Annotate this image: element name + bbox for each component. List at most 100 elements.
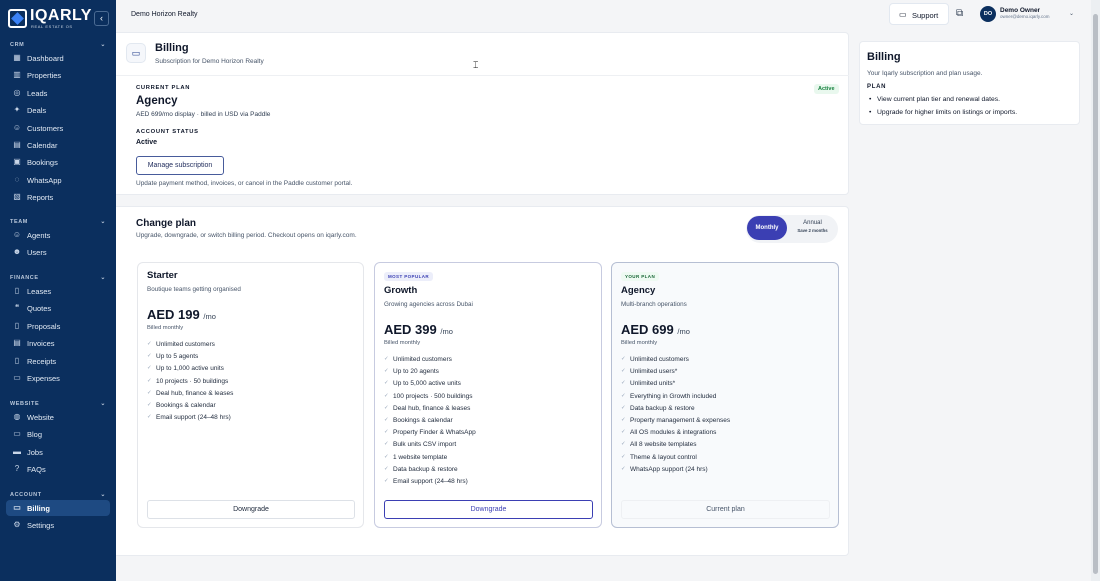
- topbar: Demo Horizon Realty ▭ Support ⧉ DO Demo …: [116, 0, 1091, 30]
- sidebar-item-users[interactable]: ☻ Users: [6, 244, 110, 260]
- sidebar-item-bookings[interactable]: ▣ Bookings: [6, 154, 110, 170]
- plan-price: AED 199 /mo: [147, 307, 216, 322]
- workspace-name[interactable]: Demo Horizon Realty: [131, 11, 198, 18]
- sidebar-item-quotes[interactable]: ❝ Quotes: [6, 300, 110, 316]
- feature-item: All OS modules & integrations: [621, 429, 730, 441]
- sidebar-section-title: TEAM: [10, 219, 28, 225]
- sidebar-item-label: Deals: [27, 106, 47, 116]
- plan-name: Starter: [147, 270, 178, 281]
- external-link-icon[interactable]: ⧉: [956, 8, 963, 19]
- sidebar-item-label: Expenses: [27, 374, 60, 383]
- price-amount: AED 399: [384, 322, 437, 337]
- feature-item: Unlimited customers: [384, 356, 476, 368]
- sidebar-item-properties[interactable]: ▥ Properties: [6, 67, 110, 83]
- sidebar-item-blog[interactable]: ▭ Blog: [6, 426, 110, 442]
- book-icon: ▭: [13, 429, 21, 439]
- chevron-down-icon: ⌄: [100, 492, 106, 498]
- sidebar-item-deals[interactable]: ✦ Deals: [6, 102, 110, 118]
- plan-card-starter: Starter Boutique teams getting organised A…: [137, 262, 364, 528]
- billing-frequency: Billed monthly: [384, 340, 421, 346]
- sidebar-section-title: FINANCE: [10, 275, 39, 281]
- billing-frequency: Billed monthly: [621, 340, 658, 346]
- sidebar-item-whatsapp[interactable]: ◌ WhatsApp: [6, 172, 110, 188]
- sidebar-item-expenses[interactable]: ▭ Expenses: [6, 370, 110, 386]
- change-plan-title: Change plan: [136, 218, 197, 229]
- user-name[interactable]: Demo Owner: [1000, 7, 1040, 14]
- sidebar-item-leads[interactable]: ◎ Leads: [6, 85, 110, 101]
- support-button[interactable]: ▭ Support: [889, 3, 949, 25]
- sidebar-item-label: WhatsApp: [27, 175, 62, 185]
- brand-name: IQARLY: [30, 7, 92, 24]
- plan-badge: MOST POPULAR: [384, 272, 434, 281]
- app-window: IQARLY REAL ESTATE OS ‹ CRM ⌄ ▦ Dashboard ▥ P…: [0, 0, 1100, 581]
- brand-logo[interactable]: IQARLY REAL ESTATE OS: [8, 7, 91, 30]
- feature-item: Property Finder & WhatsApp: [384, 429, 476, 441]
- downgrade-button[interactable]: Downgrade: [147, 500, 355, 519]
- feature-item: All 8 website templates: [621, 441, 730, 453]
- plan-card-agency: YOUR PLAN Agency Multi-branch operations AE…: [611, 262, 839, 528]
- sidebar-item-jobs[interactable]: ▬ Jobs: [6, 444, 110, 460]
- chevron-down-icon[interactable]: ⌄: [1069, 10, 1074, 17]
- page-scrollbar[interactable]: [1091, 0, 1100, 581]
- sidebar-section-header[interactable]: WEBSITE ⌄: [10, 401, 106, 407]
- grid-icon: ▦: [13, 53, 21, 62]
- sidebar-item-settings[interactable]: ⚙ Settings: [6, 517, 110, 533]
- feature-item: Property management & expenses: [621, 417, 730, 429]
- monthly-toggle-button[interactable]: Monthly: [747, 216, 787, 240]
- billing-frequency: Billed monthly: [147, 325, 184, 331]
- annual-toggle-button[interactable]: Annual Save 2 months: [790, 220, 835, 233]
- page-title: Billing: [155, 42, 189, 54]
- support-label: Support: [912, 11, 939, 20]
- handshake-icon: ✦: [13, 105, 21, 115]
- chevron-down-icon: ⌄: [100, 275, 106, 281]
- target-icon: ◎: [13, 87, 21, 97]
- sidebar-item-billing[interactable]: ▭ Billing: [6, 500, 110, 516]
- sidebar-item-receipts[interactable]: ▯ Receipts: [6, 353, 110, 369]
- sidebar-item-calendar[interactable]: ▤ Calendar: [6, 137, 110, 153]
- scrollbar-thumb[interactable]: [1093, 14, 1098, 574]
- sidebar-item-reports[interactable]: ▧ Reports: [6, 189, 110, 205]
- sidebar-item-faqs[interactable]: ? FAQs: [6, 461, 110, 477]
- feature-item: Deal hub, finance & leases: [147, 390, 233, 402]
- sidebar-item-label: FAQs: [27, 465, 46, 475]
- calendar-icon: ▤: [13, 140, 21, 149]
- plan-card-growth: MOST POPULAR Growth Growing agencies acros…: [374, 262, 602, 528]
- manage-subscription-button[interactable]: Manage subscription: [136, 156, 224, 175]
- avatar[interactable]: DO: [980, 6, 996, 22]
- sidebar-item-dashboard[interactable]: ▦ Dashboard: [6, 50, 110, 66]
- chat-icon: ◌: [14, 174, 20, 184]
- sidebar-section-header[interactable]: CRM ⌄: [10, 42, 106, 48]
- current-plan-caption: CURRENT PLAN: [136, 85, 191, 91]
- sidebar-item-website[interactable]: ◍ Website: [6, 409, 110, 425]
- collapse-sidebar-button[interactable]: ‹: [94, 11, 109, 26]
- price-period: /mo: [677, 327, 690, 336]
- page-subtitle: Subscription for Demo Horizon Realty: [155, 58, 264, 65]
- sidebar-item-invoices[interactable]: ▤ Invoices: [6, 335, 110, 351]
- downgrade-button[interactable]: Downgrade: [384, 500, 593, 519]
- feature-item: Bookings & calendar: [384, 417, 476, 429]
- sidebar-section-title: WEBSITE: [10, 401, 40, 407]
- sidebar-section-header[interactable]: FINANCE ⌄: [10, 275, 106, 281]
- feature-item: Up to 5,000 active units: [384, 380, 476, 392]
- file-icon: ▯: [14, 320, 20, 330]
- wallet-icon: ▭: [13, 373, 21, 382]
- sidebar-item-agents[interactable]: ☺ Agents: [6, 227, 110, 243]
- sidebar-item-proposals[interactable]: ▯ Proposals: [6, 318, 110, 334]
- building-icon: ▥: [13, 70, 21, 80]
- chevron-down-icon: ⌄: [100, 219, 106, 225]
- sidebar-item-label: Users: [27, 248, 47, 258]
- sidebar-item-leases[interactable]: ▯ Leases: [6, 283, 110, 299]
- sidebar-section-header[interactable]: TEAM ⌄: [10, 219, 106, 225]
- feature-item: 1 website template: [384, 454, 476, 466]
- mouse-cursor-icon: ⌶: [473, 60, 479, 70]
- sidebar-section-title: CRM: [10, 42, 25, 48]
- plan-name: Agency: [621, 285, 656, 296]
- feature-list: Unlimited customersUp to 20 agentsUp to …: [384, 356, 476, 490]
- plan-name: Growth: [384, 285, 418, 296]
- panel-title: Billing: [867, 51, 901, 63]
- sidebar-item-label: Properties: [27, 71, 62, 81]
- sidebar-item-customers[interactable]: ☺ Customers: [6, 120, 110, 136]
- sidebar-section-header[interactable]: ACCOUNT ⌄: [10, 492, 106, 498]
- sidebar-item-label: Leads: [27, 88, 48, 98]
- invoice-icon: ▤: [13, 338, 21, 348]
